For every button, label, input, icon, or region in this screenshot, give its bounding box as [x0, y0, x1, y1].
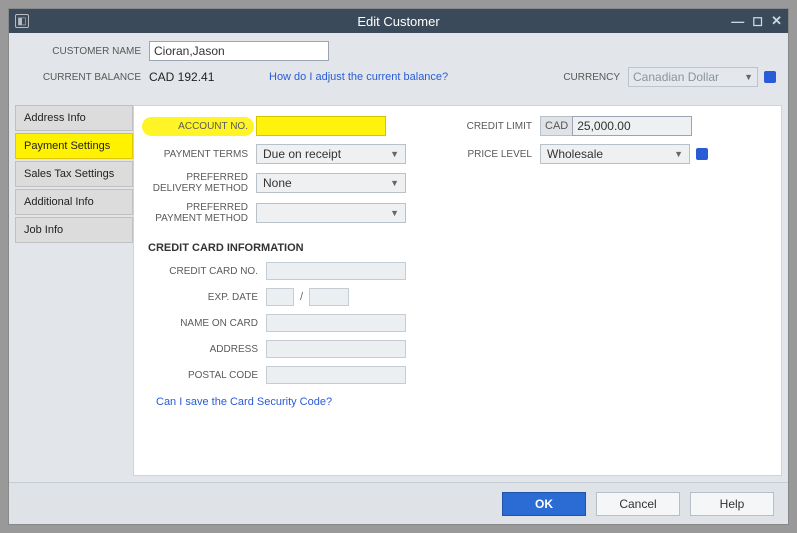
credit-card-section: CREDIT CARD INFORMATION CREDIT CARD NO. … — [148, 242, 448, 408]
chevron-down-icon: ▼ — [390, 178, 399, 188]
delivery-method-select[interactable]: None ▼ — [256, 173, 406, 193]
cc-number-input[interactable] — [266, 262, 406, 280]
system-menu-icon[interactable]: ◧ — [15, 14, 29, 28]
payment-terms-label: PAYMENT TERMS — [148, 149, 248, 160]
cancel-button[interactable]: Cancel — [596, 492, 680, 516]
header-zone: CUSTOMER NAME CURRENT BALANCE CAD 192.41… — [9, 33, 788, 97]
cc-name-label: NAME ON CARD — [148, 318, 258, 329]
dialog-window: ◧ Edit Customer — ◻ ✕ CUSTOMER NAME CURR… — [8, 8, 789, 525]
tab-address-info[interactable]: Address Info — [15, 105, 133, 131]
help-button[interactable]: Help — [690, 492, 774, 516]
current-balance-label: CURRENT BALANCE — [21, 72, 141, 83]
tab-payment-settings[interactable]: Payment Settings — [15, 133, 133, 159]
content-panel: ACCOUNT NO. PAYMENT TERMS Due on receipt… — [133, 105, 782, 476]
payment-method-select[interactable]: ▼ — [256, 203, 406, 223]
minimize-icon[interactable]: — — [731, 14, 744, 29]
customer-name-input[interactable] — [149, 41, 329, 61]
cc-title: CREDIT CARD INFORMATION — [148, 242, 448, 254]
chevron-down-icon: ▼ — [744, 72, 753, 82]
currency-select[interactable]: Canadian Dollar ▼ — [628, 67, 758, 87]
ok-button[interactable]: OK — [502, 492, 586, 516]
cc-postal-label: POSTAL CODE — [148, 370, 258, 381]
cc-address-label: ADDRESS — [148, 344, 258, 355]
tab-job-info[interactable]: Job Info — [15, 217, 133, 243]
adjust-balance-link[interactable]: How do I adjust the current balance? — [269, 71, 448, 83]
tab-additional-info[interactable]: Additional Info — [15, 189, 133, 215]
account-no-label: ACCOUNT NO. — [148, 121, 248, 132]
maximize-icon[interactable]: ◻ — [752, 13, 763, 29]
payment-terms-value: Due on receipt — [263, 147, 341, 161]
chevron-down-icon: ▼ — [390, 149, 399, 159]
cc-address-input[interactable] — [266, 340, 406, 358]
payment-method-label: PREFERRED PAYMENT METHOD — [148, 202, 248, 224]
delivery-method-label: PREFERRED DELIVERY METHOD — [148, 172, 248, 194]
currency-label: CURRENCY — [563, 72, 620, 83]
currency-info-icon[interactable] — [764, 71, 776, 83]
cc-exp-month-input[interactable] — [266, 288, 294, 306]
cc-exp-label: EXP. DATE — [148, 292, 258, 303]
current-balance-value: CAD 192.41 — [149, 70, 239, 84]
delivery-method-value: None — [263, 176, 292, 190]
close-icon[interactable]: ✕ — [771, 13, 782, 29]
payment-terms-select[interactable]: Due on receipt ▼ — [256, 144, 406, 164]
cc-name-input[interactable] — [266, 314, 406, 332]
cc-number-label: CREDIT CARD NO. — [148, 266, 258, 277]
sidebar: Address Info Payment Settings Sales Tax … — [15, 105, 133, 476]
footer-bar: OK Cancel Help — [9, 482, 788, 524]
tab-sales-tax-settings[interactable]: Sales Tax Settings — [15, 161, 133, 187]
chevron-down-icon: ▼ — [390, 208, 399, 218]
cc-postal-input[interactable] — [266, 366, 406, 384]
cc-exp-sep: / — [300, 291, 303, 303]
window-title: Edit Customer — [9, 14, 788, 29]
cc-exp-year-input[interactable] — [309, 288, 349, 306]
title-bar: ◧ Edit Customer — ◻ ✕ — [9, 9, 788, 33]
customer-name-label: CUSTOMER NAME — [21, 46, 141, 57]
account-no-input[interactable] — [256, 116, 386, 136]
cc-security-link[interactable]: Can I save the Card Security Code? — [156, 396, 448, 408]
currency-value: Canadian Dollar — [633, 70, 719, 84]
